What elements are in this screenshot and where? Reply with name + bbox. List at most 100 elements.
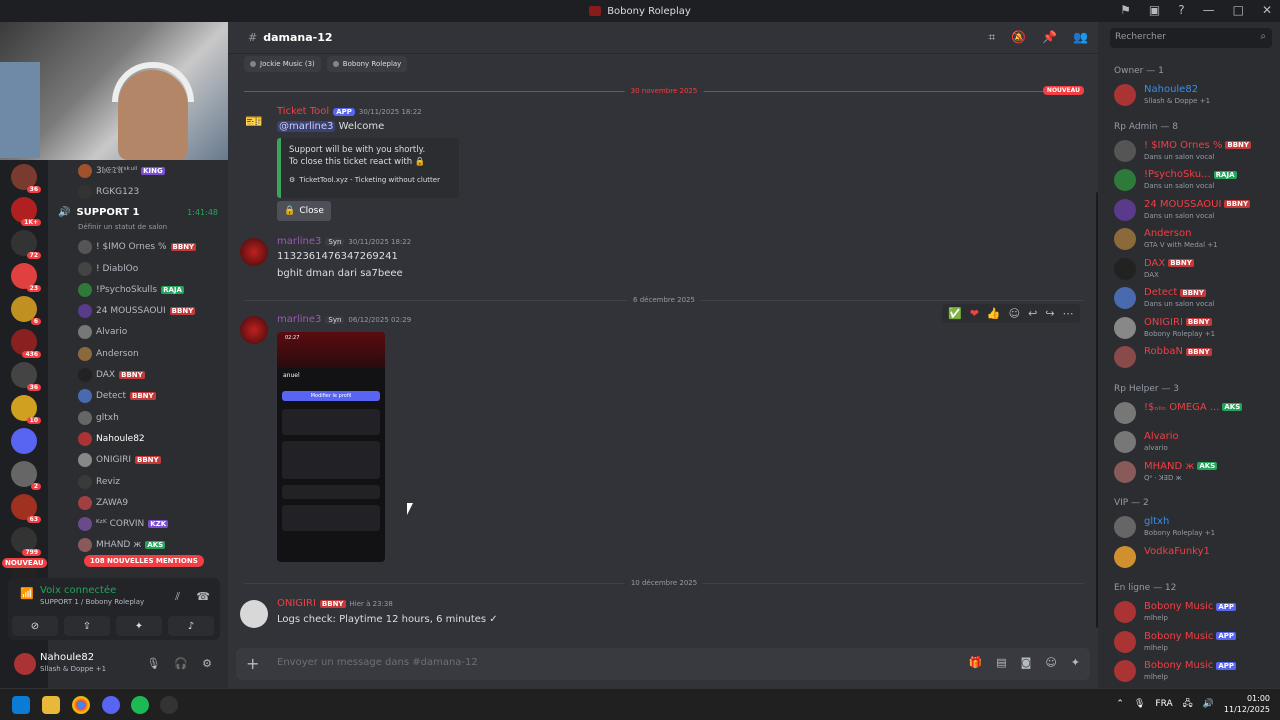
headphone-icon[interactable]: 🎧 — [174, 657, 188, 670]
message-author[interactable]: ONIGIRI — [277, 598, 316, 609]
member-item[interactable]: DAX BBNY DAX — [1114, 256, 1276, 284]
pin-icon[interactable]: 📌 — [1042, 30, 1057, 45]
threads-icon[interactable]: ⌗ — [988, 30, 995, 45]
volume-icon[interactable]: 🔊 — [1203, 699, 1214, 709]
member-item[interactable]: 24 MOUSSAOUI BBNY Dans un salon vocal — [1114, 197, 1276, 225]
member-item[interactable]: MHAND ж AKS Qᵃ · ꓘꓱꓓ ж — [1114, 459, 1276, 487]
message-author[interactable]: Ticket Tool — [277, 106, 329, 117]
close-ticket-button[interactable]: 🔒 Close — [277, 201, 331, 221]
language-indicator[interactable]: FRA — [1155, 699, 1172, 709]
check-reaction-icon[interactable]: ✅ — [948, 307, 962, 320]
minimize-button[interactable]: — — [1203, 3, 1215, 17]
heart-reaction-icon[interactable]: ❤ — [970, 307, 979, 320]
member-item[interactable]: ONIGIRI BBNY Bobony Roleplay +1 — [1114, 315, 1276, 343]
server-icon[interactable]: 63 — [11, 494, 41, 523]
forward-icon[interactable]: ↪ — [1045, 307, 1054, 320]
voice-user[interactable]: RGKG123 — [48, 181, 228, 202]
voice-chip-bobony[interactable]: Bobony Roleplay — [326, 56, 408, 72]
thumbs-up-icon[interactable]: 👍 — [987, 307, 1001, 320]
voice-user[interactable]: ! DiablOo — [48, 258, 228, 279]
member-item[interactable]: Bobony Music APP mlhelp — [1114, 629, 1276, 657]
screen-icon[interactable]: ▣ — [1149, 3, 1160, 17]
chrome-icon[interactable] — [72, 696, 90, 714]
inbox-icon[interactable]: ⚑ — [1120, 3, 1131, 17]
screenshot-attachment[interactable]: 02:27 anuel Modifier le profil — [277, 332, 385, 562]
discord-icon[interactable] — [102, 696, 120, 714]
message-author[interactable]: marline3 — [277, 236, 321, 247]
voice-user[interactable]: 3𝔥𝔈𝔗𝔄ˢᵏᵘˡˡ KING — [48, 160, 228, 181]
avatar[interactable] — [240, 600, 268, 628]
apps-icon[interactable]: ✦ — [1071, 656, 1080, 669]
voice-user[interactable]: ONIGIRI BBNY — [48, 450, 228, 471]
voice-user[interactable]: gltxh — [48, 407, 228, 428]
server-icon[interactable]: 10 — [11, 395, 41, 424]
voice-user[interactable]: Alvario — [48, 322, 228, 343]
disconnect-icon[interactable]: ☎ — [196, 590, 210, 603]
maximize-button[interactable]: □ — [1233, 3, 1244, 17]
add-reaction-icon[interactable]: ☺ — [1009, 307, 1020, 320]
add-attachment-icon[interactable]: + — [246, 654, 259, 673]
member-item[interactable]: !PsychoSku... RAJA Dans un salon vocal — [1114, 167, 1276, 195]
members-icon[interactable]: 👥 — [1073, 30, 1088, 45]
voice-user[interactable]: Detect BBNY — [48, 386, 228, 407]
member-item[interactable]: Detect BBNY Dans un salon vocal — [1114, 285, 1276, 313]
server-icon[interactable]: 36 — [11, 164, 41, 193]
member-item[interactable]: gltxh Bobony Roleplay +1 — [1114, 514, 1276, 542]
voice-user[interactable]: ! $IMO Ornes % BBNY — [48, 237, 228, 258]
close-button[interactable]: ✕ — [1262, 3, 1272, 17]
tray-chevron-icon[interactable]: ⌃ — [1116, 699, 1124, 709]
activities-button[interactable]: ✦ — [116, 616, 162, 636]
gift-icon[interactable]: 🎁 — [969, 656, 983, 669]
network-icon[interactable]: 🖧 — [1183, 696, 1193, 712]
sticker-icon[interactable]: ◙ — [1021, 656, 1032, 669]
member-item[interactable]: Alvario alvario — [1114, 429, 1276, 457]
member-item[interactable]: RobbaN BBNY — [1114, 344, 1276, 372]
voice-connected-sub[interactable]: SUPPORT 1 / Bobony Roleplay — [40, 598, 144, 606]
server-icon[interactable]: 2 — [11, 461, 41, 490]
server-icon[interactable]: 36 — [11, 362, 41, 391]
windows-start-icon[interactable] — [12, 696, 30, 714]
server-icon[interactable]: 436 — [11, 329, 41, 358]
member-item[interactable]: ! $IMO Ornes % BBNY Dans un salon vocal — [1114, 138, 1276, 166]
obs-icon[interactable] — [160, 696, 178, 714]
voice-channel-status[interactable]: Définir un statut de salon — [48, 223, 228, 237]
voice-user[interactable]: Reviz — [48, 471, 228, 492]
clock[interactable]: 01:00 11/12/2025 — [1224, 693, 1270, 715]
voice-user[interactable]: !PsychoSkulls RAJA — [48, 279, 228, 300]
member-item[interactable]: Anderson GTA V with Medal +1 — [1114, 226, 1276, 254]
server-icon[interactable]: 1K+ — [11, 197, 41, 226]
avatar[interactable] — [14, 653, 36, 675]
server-icon[interactable]: 23 — [11, 263, 41, 292]
file-explorer-icon[interactable] — [42, 696, 60, 714]
message-input[interactable]: Envoyer un message dans #damana-12 — [277, 657, 478, 668]
server-icon[interactable]: 799 — [11, 527, 41, 556]
camera-button[interactable]: ⊘ — [12, 616, 58, 636]
screenshare-button[interactable]: ⇪ — [64, 616, 110, 636]
voice-user[interactable]: ZAWA9 — [48, 492, 228, 513]
search-input[interactable]: Rechercher ⌕ — [1110, 28, 1272, 48]
server-icon[interactable]: 6 — [11, 296, 41, 325]
tray-mic-icon[interactable]: 🎙 — [1134, 699, 1145, 709]
voice-user[interactable]: MHAND ж AKS — [48, 535, 228, 556]
soundboard-button[interactable]: ♪ — [168, 616, 214, 636]
member-item[interactable]: Bobony Music APP mlhelp — [1114, 658, 1276, 686]
settings-gear-icon[interactable]: ⚙ — [202, 657, 212, 670]
voice-user[interactable]: 24 MOUSSAOUI BBNY — [48, 300, 228, 321]
noise-icon[interactable]: ⫽ — [175, 590, 180, 604]
reply-icon[interactable]: ↩ — [1028, 307, 1037, 320]
voice-connected-title[interactable]: Voix connectée — [40, 585, 116, 596]
server-icon[interactable]: 72 — [11, 230, 41, 259]
avatar[interactable] — [240, 316, 268, 344]
server-icon[interactable] — [11, 428, 37, 454]
gif-icon[interactable]: ▤ — [996, 656, 1006, 669]
new-mentions-pill[interactable]: 108 NOUVELLES MENTIONS — [84, 555, 204, 567]
mute-icon[interactable]: 🔕 — [1011, 30, 1026, 45]
voice-user[interactable]: Nahoule82 — [48, 428, 228, 449]
avatar[interactable] — [240, 238, 268, 266]
member-item[interactable]: !$ₒₗᵢₒ OMEGA ... AKS — [1114, 400, 1276, 428]
member-item[interactable]: VodkaFunky1 — [1114, 544, 1276, 572]
member-item[interactable]: Nahoule82 Sllash & Doppe +1 — [1114, 82, 1276, 110]
message-author[interactable]: marline3 — [277, 314, 321, 325]
voice-user[interactable]: DAX BBNY — [48, 364, 228, 385]
spotify-icon[interactable] — [131, 696, 149, 714]
